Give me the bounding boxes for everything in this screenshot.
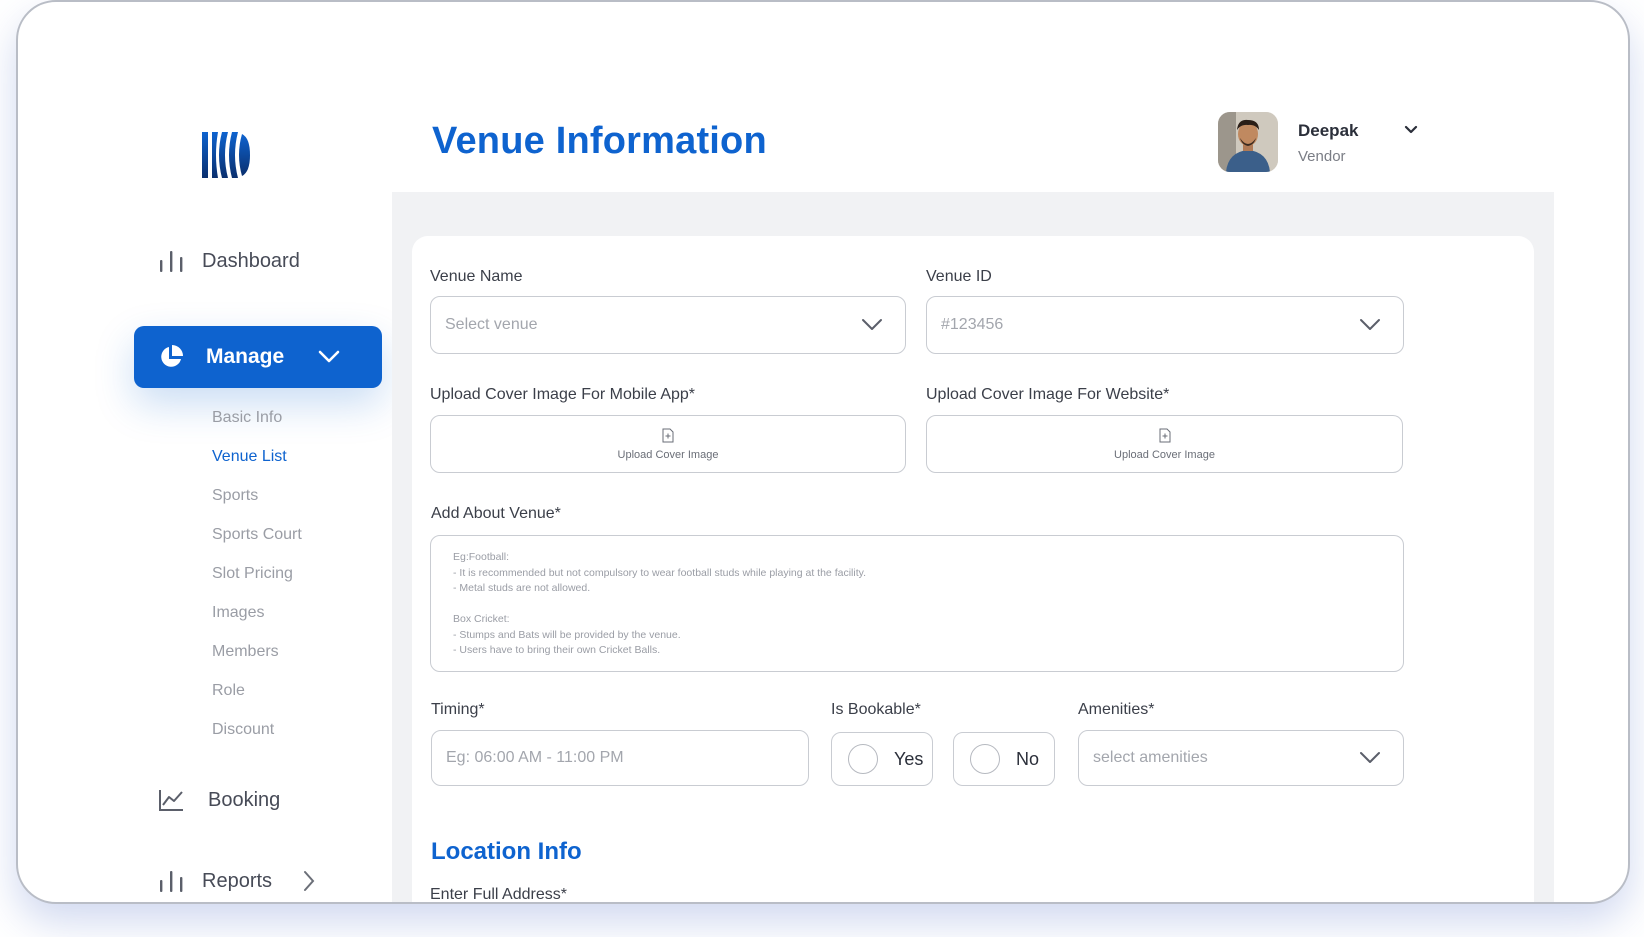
venue-id-placeholder: #123456	[941, 316, 1004, 333]
sidebar-item-booking[interactable]: Booking	[158, 788, 280, 812]
submenu-item-basic-info[interactable]: Basic Info	[212, 408, 302, 447]
venue-name-select[interactable]: Select venue	[430, 296, 906, 354]
timing-label: Timing*	[431, 701, 485, 718]
amenities-label: Amenities*	[1078, 701, 1155, 718]
chevron-down-icon	[1360, 752, 1380, 763]
amenities-placeholder: select amenities	[1093, 749, 1208, 766]
location-section-title: Location Info	[431, 838, 582, 865]
submenu-item-members[interactable]: Members	[212, 642, 302, 681]
about-placeholder-line	[453, 597, 1381, 613]
sidebar-item-label: Reports	[202, 869, 273, 892]
chevron-down-icon	[318, 350, 340, 363]
about-textarea[interactable]: Eg:Football: - It is recommended but not…	[430, 535, 1404, 672]
cover-mobile-upload[interactable]: Upload Cover Image	[430, 415, 906, 473]
submenu-item-role[interactable]: Role	[212, 681, 302, 720]
submenu-item-discount[interactable]: Discount	[212, 720, 302, 759]
bookable-label: Is Bookable*	[831, 701, 921, 718]
cover-mobile-label: Upload Cover Image For Mobile App*	[430, 386, 696, 403]
radio-button[interactable]	[970, 744, 1000, 774]
sidebar-item-label: Dashboard	[202, 249, 300, 272]
sidebar-item-reports[interactable]: Reports	[158, 868, 316, 894]
sidebar-item-manage[interactable]: Manage	[134, 326, 382, 388]
about-placeholder-line: - It is recommended but not compulsory t…	[453, 566, 867, 579]
app-window: Dashboard Manage Basic Info Venue List S…	[16, 0, 1630, 904]
submenu-item-venue-list[interactable]: Venue List	[212, 447, 302, 486]
about-placeholder-line: - Users have to bring their own Cricket …	[453, 644, 661, 656]
cover-web-label: Upload Cover Image For Website*	[926, 386, 1170, 403]
file-add-icon	[662, 428, 674, 442]
user-name: Deepak	[1298, 121, 1359, 140]
venue-name-placeholder: Select venue	[445, 316, 538, 333]
upload-text: Upload Cover Image	[617, 448, 719, 461]
bookable-no-option[interactable]: No	[953, 732, 1055, 786]
about-placeholder-line: - Metal studs are not allowed.	[453, 582, 591, 594]
chevron-down-icon	[862, 319, 882, 330]
submenu-item-sports-court[interactable]: Sports Court	[212, 525, 302, 564]
about-placeholder-line: - Stumps and Bats will be provided by th…	[453, 628, 681, 641]
timing-placeholder: Eg: 06:00 AM - 11:00 PM	[446, 749, 624, 766]
line-chart-icon	[159, 790, 183, 811]
radio-label: Yes	[894, 748, 924, 769]
submenu-item-sports[interactable]: Sports	[212, 486, 302, 525]
cover-web-upload[interactable]: Upload Cover Image	[926, 415, 1403, 473]
venue-name-label: Venue Name	[430, 268, 523, 285]
about-placeholder-line: Box Cricket:	[453, 613, 510, 625]
radio-button[interactable]	[848, 744, 878, 774]
about-placeholder-line: Eg:Football:	[453, 551, 510, 563]
sidebar-item-dashboard[interactable]: Dashboard	[158, 248, 300, 274]
file-add-icon	[1159, 428, 1170, 442]
page-title: Venue Information	[432, 120, 767, 162]
upload-text: Upload Cover Image	[1114, 448, 1215, 461]
pie-chart-icon	[161, 345, 183, 367]
chevron-down-icon	[1360, 319, 1380, 330]
amenities-select[interactable]: select amenities	[1078, 730, 1404, 786]
submenu-item-slot-pricing[interactable]: Slot Pricing	[212, 564, 302, 603]
address-label: Enter Full Address*	[430, 886, 567, 903]
radio-label: No	[1016, 748, 1040, 769]
bar-chart-icon	[160, 251, 183, 272]
sidebar-item-label: Manage	[206, 345, 285, 368]
sidebar-item-label: Booking	[208, 788, 281, 811]
user-menu-toggle[interactable]	[1404, 122, 1418, 140]
bar-chart-icon	[160, 871, 183, 892]
avatar[interactable]	[1218, 112, 1278, 172]
venue-id-select[interactable]: #123456	[926, 296, 1404, 354]
brand-logo	[202, 128, 256, 182]
timing-input[interactable]: Eg: 06:00 AM - 11:00 PM	[431, 730, 809, 786]
submenu-item-images[interactable]: Images	[212, 603, 302, 642]
manage-submenu: Basic Info Venue List Sports Sports Cour…	[212, 408, 302, 759]
about-label: Add About Venue*	[431, 505, 561, 522]
bookable-yes-option[interactable]: Yes	[831, 732, 933, 786]
user-role: Vendor	[1298, 148, 1346, 165]
chevron-right-icon	[304, 871, 315, 891]
chevron-down-icon	[1404, 125, 1418, 134]
venue-id-label: Venue ID	[926, 268, 992, 285]
